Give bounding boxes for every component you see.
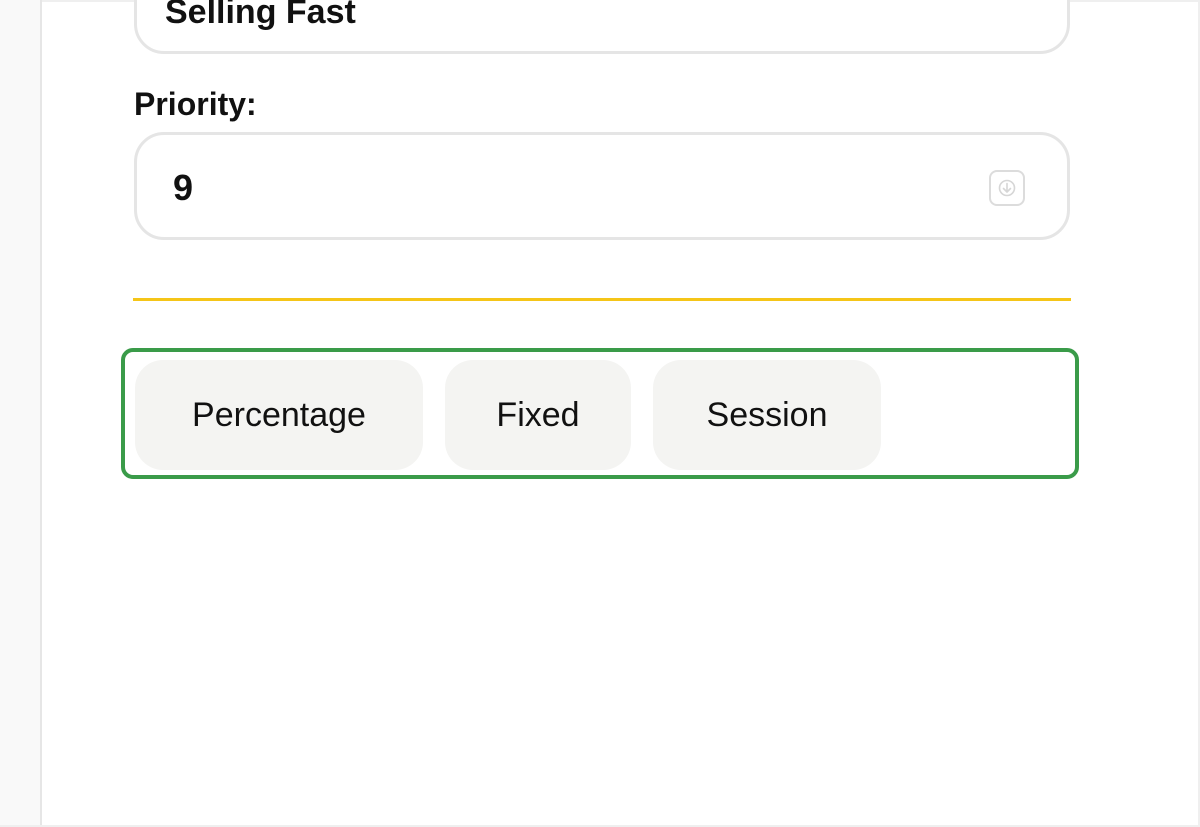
- screen: Selling Fast Priority: 9 Percentage Fixe…: [0, 0, 1200, 827]
- discount-type-group: Percentage Fixed Session: [121, 348, 1079, 479]
- arrow-down-box-icon[interactable]: [989, 170, 1025, 206]
- session-button[interactable]: Session: [653, 360, 881, 470]
- priority-value: 9: [173, 167, 194, 208]
- name-field-value: Selling Fast: [165, 0, 356, 31]
- percentage-button[interactable]: Percentage: [135, 360, 423, 470]
- fixed-button[interactable]: Fixed: [445, 360, 631, 470]
- priority-label: Priority:: [134, 86, 257, 122]
- priority-input[interactable]: 9: [134, 132, 1070, 240]
- arrow-down-glyph: [998, 179, 1016, 197]
- left-gutter: [0, 0, 42, 827]
- section-divider: [133, 298, 1071, 301]
- name-field[interactable]: Selling Fast: [134, 0, 1070, 54]
